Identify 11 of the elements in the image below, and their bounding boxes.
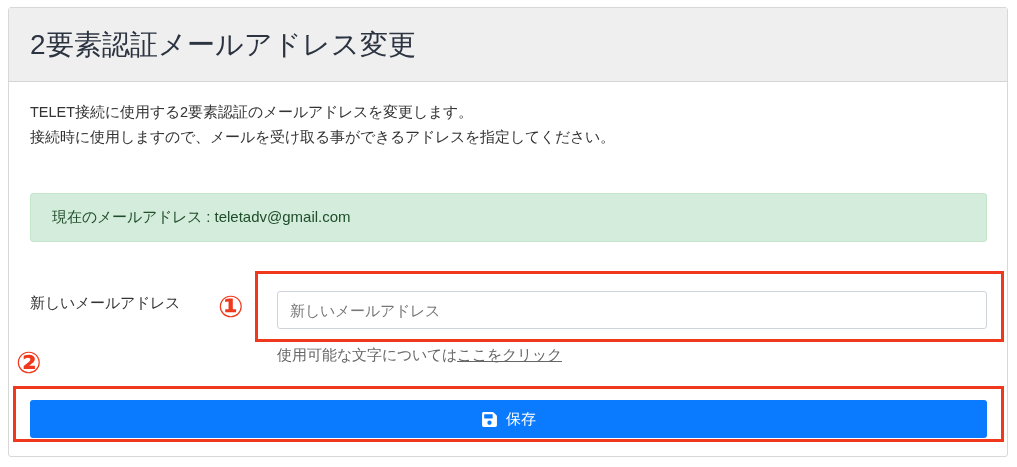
annotation-number: ①	[218, 292, 244, 322]
current-email-alert: 現在のメールアドレス : teletadv@gmail.com	[30, 193, 987, 242]
field-label: 新しいメールアドレス	[30, 294, 180, 313]
save-button[interactable]: 保存	[30, 400, 987, 438]
help-link[interactable]: ここをクリック	[457, 346, 562, 363]
description-text: TELET接続に使用する2要素認証のメールアドレスを変更します。	[30, 103, 475, 122]
hint-text: 使用可能な文字についてはここをクリック	[277, 346, 563, 365]
email-input-field[interactable]: 新しいメールアドレス	[277, 291, 987, 329]
page-title: 2要素認証メールアドレス変更	[30, 27, 416, 62]
description-text: 接続時に使用しますので、メールを受け取る事ができるアドレスを指定してください。	[30, 128, 616, 147]
annotation-number: ②	[16, 348, 42, 378]
